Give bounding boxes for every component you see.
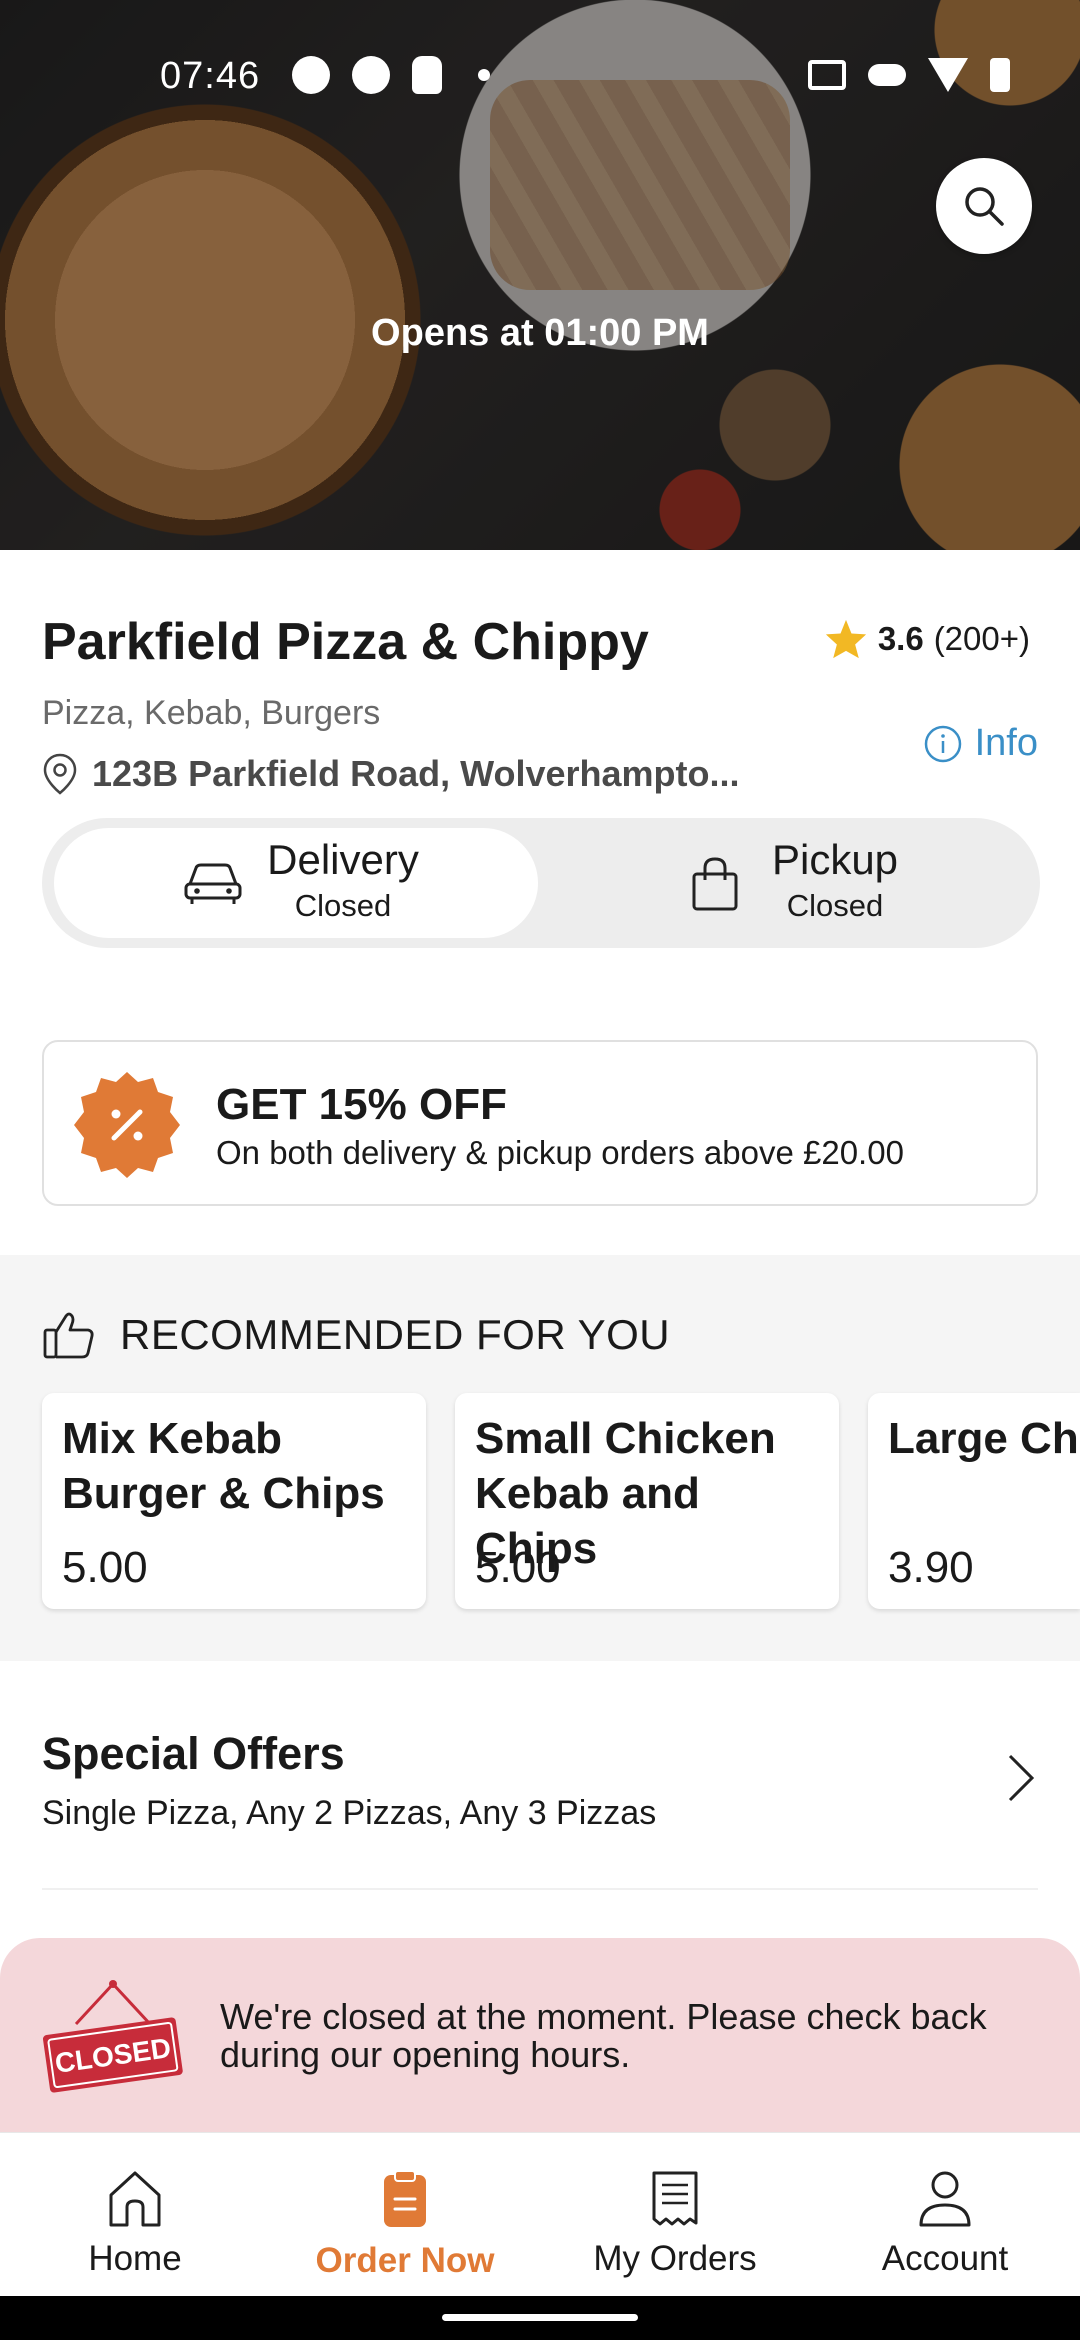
item-name: Large Chi	[888, 1414, 1080, 1463]
closed-banner: CLOSED We're closed at the moment. Pleas…	[0, 1938, 1080, 2138]
delivery-mode-button[interactable]: Delivery Closed	[54, 828, 538, 938]
status-time: 07:46	[160, 55, 261, 97]
shopping-bag-icon	[692, 857, 738, 911]
account-icon	[919, 2171, 971, 2227]
nav-account[interactable]: Account	[810, 2133, 1080, 2297]
recommended-item-card[interactable]: Large Chi 3.90	[868, 1393, 1080, 1609]
promo-subtitle: On both delivery & pickup orders above £…	[216, 1134, 904, 1171]
recommended-item-card[interactable]: Small Chicken Kebab and Chips 5.00	[455, 1393, 839, 1609]
divider	[42, 1888, 1038, 1890]
location-pin-icon	[43, 753, 77, 795]
item-price: 5.00	[62, 1543, 148, 1592]
recommended-title: RECOMMENDED FOR YOU	[120, 1311, 671, 1358]
item-price: 5.00	[475, 1543, 561, 1592]
receipt-icon	[652, 2171, 698, 2226]
store-rating[interactable]: 3.6 (200+)	[824, 618, 1030, 660]
store-name: Parkfield Pizza & Chippy	[42, 613, 649, 671]
vpn-key-icon	[868, 64, 906, 86]
pickup-status: Closed	[786, 888, 884, 923]
nav-home[interactable]: Home	[0, 2133, 270, 2297]
nav-account-label: Account	[881, 2239, 1009, 2278]
closed-message: We're closed at the moment. Please check…	[220, 1996, 987, 2075]
app-notification-icon	[292, 56, 330, 94]
store-cuisines: Pizza, Kebab, Burgers	[42, 694, 381, 732]
battery-icon	[990, 58, 1010, 92]
home-icon	[109, 2171, 161, 2227]
search-icon	[965, 187, 1004, 226]
system-gesture-bar	[0, 2296, 1080, 2340]
info-button[interactable]: Info	[923, 722, 1038, 765]
store-address[interactable]: 123B Parkfield Road, Wolverhampto...	[42, 752, 740, 796]
discount-badge-icon	[74, 1072, 180, 1178]
sync-notification-icon	[352, 56, 390, 94]
opening-time-text: Opens at 01:00 PM	[371, 312, 709, 354]
home-gesture-handle[interactable]	[442, 2314, 638, 2321]
more-notifications-dot-icon	[478, 69, 490, 81]
rating-count: (200+)	[933, 620, 1030, 657]
address-text: 123B Parkfield Road, Wolverhampto...	[92, 753, 740, 794]
order-icon	[384, 2170, 426, 2227]
recommended-item-card[interactable]: Mix Kebab Burger & Chips 5.00	[42, 1393, 426, 1609]
info-icon	[924, 725, 961, 762]
search-button[interactable]	[936, 158, 1032, 254]
delivery-status: Closed	[294, 888, 392, 923]
nav-order-now[interactable]: Order Now	[270, 2133, 540, 2297]
cast-icon	[808, 60, 846, 90]
android-notification-icon	[412, 56, 442, 94]
recommended-section: RECOMMENDED FOR YOU Mix Kebab Burger & C…	[0, 1255, 1080, 1661]
nav-home-label: Home	[88, 2239, 182, 2278]
nav-order-now-label: Order Now	[315, 2241, 495, 2280]
pickup-mode-button[interactable]: Pickup Closed	[542, 828, 1030, 938]
closed-sign-icon: CLOSED	[42, 1980, 183, 2093]
hero-banner: 07:46 Opens at 01:00 PM	[0, 0, 1080, 550]
status-bar: 07:46	[0, 0, 1080, 150]
discount-promo-card[interactable]: GET 15% OFF On both delivery & pickup or…	[42, 1040, 1038, 1206]
pickup-label: Pickup	[771, 836, 899, 883]
wifi-icon	[928, 58, 968, 92]
rating-value: 3.6	[877, 620, 924, 657]
special-offers-row[interactable]: Special Offers Single Pizza, Any 2 Pizza…	[0, 1700, 1080, 1890]
chevron-right-icon	[1008, 1754, 1035, 1802]
thumbs-up-icon	[43, 1312, 94, 1359]
order-mode-toggle: Delivery Closed Pickup Closed	[42, 818, 1040, 948]
star-icon	[825, 619, 866, 659]
special-offers-subtitle: Single Pizza, Any 2 Pizzas, Any 3 Pizzas	[42, 1794, 657, 1832]
delivery-label: Delivery	[267, 836, 419, 883]
info-label: Info	[974, 722, 1038, 764]
car-icon	[184, 863, 242, 904]
nav-my-orders-label: My Orders	[593, 2239, 757, 2278]
promo-title: GET 15% OFF	[216, 1080, 507, 1129]
nav-my-orders[interactable]: My Orders	[540, 2133, 810, 2297]
item-name: Mix Kebab Burger & Chips	[62, 1414, 385, 1518]
bottom-navigation: Home Order Now My Orders Account	[0, 2132, 1080, 2296]
special-offers-title: Special Offers	[42, 1728, 345, 1779]
item-price: 3.90	[888, 1543, 974, 1592]
